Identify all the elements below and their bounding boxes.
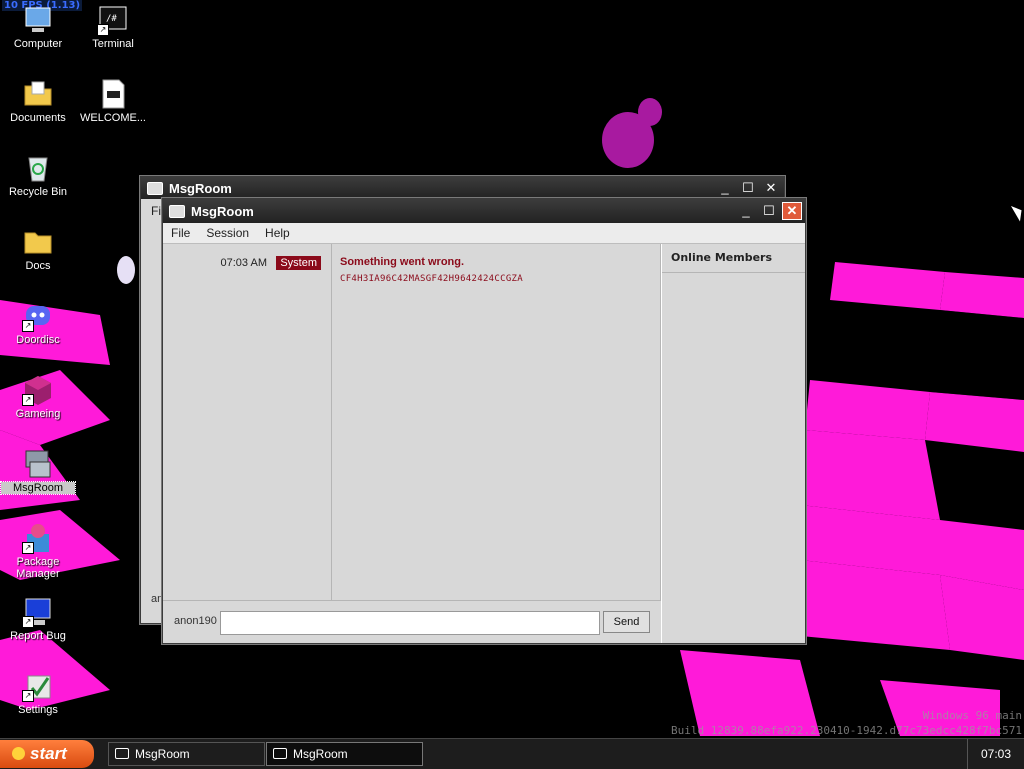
message-text: Something went wrong. — [340, 256, 465, 268]
desktop-icon-recycle-bin[interactable]: Recycle Bin — [1, 152, 75, 198]
chat-icon — [169, 204, 185, 218]
menu-file[interactable]: File — [163, 226, 198, 240]
shortcut-arrow-icon: ↗ — [22, 542, 34, 554]
desktop-icon-label: Settings — [18, 704, 58, 716]
minimize-button[interactable]: _ — [715, 179, 735, 197]
shortcut-arrow-icon: ↗ — [22, 394, 34, 406]
menu-session[interactable]: Session — [198, 226, 257, 240]
task-label: MsgRoom — [293, 747, 348, 761]
computer-icon — [22, 4, 54, 36]
taskbar-item-msgroom[interactable]: MsgRoom — [108, 742, 265, 766]
desktop-icon-docs[interactable]: Docs — [1, 226, 75, 272]
message-meta-column: 07:03 AM System — [163, 244, 332, 601]
maximize-button[interactable]: ☐ — [759, 202, 779, 220]
desktop-icon-package-manager[interactable]: ↗ Package Manager — [1, 522, 75, 580]
members-heading: Online Members — [662, 244, 805, 273]
start-button[interactable]: start — [0, 740, 94, 768]
input-bar: anon190 Send — [163, 600, 660, 643]
desktop-icon-label: Docs — [25, 260, 51, 272]
clock[interactable]: 07:03 — [967, 739, 1024, 769]
desktop-icon-label: Documents — [10, 112, 66, 124]
desktop-icon-documents[interactable]: Documents — [1, 78, 75, 124]
start-label: start — [30, 744, 67, 763]
message-timestamp: 07:03 AM — [220, 257, 267, 269]
build-watermark: Windows 96 main Build 12839.88efa922.230… — [671, 708, 1022, 738]
desktop-icon-gameing[interactable]: ↗ Gameing — [1, 374, 75, 420]
desktop-icon-doordisc[interactable]: ↗ Doordisc — [1, 300, 75, 346]
desktop-icon-label: MsgRoom — [0, 481, 76, 495]
send-button[interactable]: Send — [603, 611, 650, 633]
desktop-icon-label: Gameing — [15, 408, 61, 420]
maximize-button[interactable]: ☐ — [738, 179, 758, 197]
report-bug-icon: ↗ — [22, 596, 54, 628]
cube-icon: ↗ — [22, 374, 54, 406]
close-button[interactable]: ✕ — [761, 179, 781, 197]
title-bar[interactable]: MsgRoom _ ☐ ✕ — [141, 177, 784, 199]
nickname-label[interactable]: anon190 — [174, 615, 217, 627]
msgroom-icon — [22, 448, 54, 480]
message-input[interactable] — [220, 611, 600, 635]
desktop-icon-terminal[interactable]: /# ↗ Terminal — [76, 4, 150, 50]
taskbar: start MsgRoom MsgRoom 07:03 — [0, 738, 1024, 769]
chat-icon — [115, 748, 129, 759]
settings-icon: ↗ — [22, 670, 54, 702]
desktop-icon-label: Report Bug — [10, 630, 66, 642]
watermark-line-2: Build 12839.88efa922.230410-1942.d77c73e… — [671, 724, 1022, 737]
desktop-icon-label: Terminal — [92, 38, 134, 50]
members-panel: Online Members — [661, 244, 805, 643]
message-username-badge[interactable]: System — [276, 256, 321, 270]
window-title: MsgRoom — [169, 180, 232, 196]
desktop-icon-label: Package Manager — [16, 556, 60, 580]
desktop-icon-msgroom[interactable]: MsgRoom — [0, 448, 76, 495]
close-button[interactable]: ✕ — [782, 202, 802, 220]
shortcut-arrow-icon: ↗ — [22, 616, 34, 628]
menu-help[interactable]: Help — [257, 226, 298, 240]
discord-icon: ↗ — [22, 300, 54, 332]
smiley-icon — [12, 747, 25, 760]
recycle-bin-icon — [22, 152, 54, 184]
msgroom-window[interactable]: MsgRoom _ ☐ ✕ File Session Help 07:03 AM… — [162, 198, 806, 644]
window-title: MsgRoom — [191, 203, 254, 219]
desktop-icon-welcome[interactable]: WELCOME... — [76, 78, 150, 124]
desktop-icon-label: WELCOME... — [79, 112, 146, 124]
package-manager-icon: ↗ — [22, 522, 54, 554]
watermark-line-1: Windows 96 main — [922, 709, 1022, 722]
desktop-icon-settings[interactable]: ↗ Settings — [1, 670, 75, 716]
shortcut-arrow-icon: ↗ — [22, 320, 34, 332]
chat-icon — [147, 181, 163, 195]
message-error-code: CF4H3IA96C42MASGF42H9642424CCGZA — [340, 274, 523, 284]
svg-text:/#: /# — [106, 14, 117, 24]
documents-icon — [22, 78, 54, 110]
desktop-icon-label: Computer — [13, 38, 63, 50]
desktop-icon-label: Doordisc — [16, 334, 60, 346]
taskbar-item-msgroom-active[interactable]: MsgRoom — [266, 742, 423, 766]
title-bar[interactable]: MsgRoom _ ☐ ✕ — [163, 199, 805, 223]
shortcut-arrow-icon: ↗ — [22, 690, 34, 702]
shortcut-arrow-icon: ↗ — [97, 24, 109, 36]
markdown-file-icon — [97, 78, 129, 110]
desktop-icon-computer[interactable]: Computer — [1, 4, 75, 50]
desktop-icon-label: Recycle Bin — [8, 186, 68, 198]
chat-icon — [273, 748, 287, 759]
terminal-icon: /# ↗ — [97, 4, 129, 36]
menu-bar: File Session Help — [163, 223, 805, 244]
desktop-icon-report-bug[interactable]: ↗ Report Bug — [1, 596, 75, 642]
minimize-button[interactable]: _ — [736, 202, 756, 220]
folder-icon — [22, 226, 54, 258]
task-label: MsgRoom — [135, 747, 190, 761]
chat-body: 07:03 AM System Something went wrong. CF… — [163, 244, 805, 643]
message-content-column: Something went wrong. CF4H3IA96C42MASGF4… — [332, 244, 661, 601]
